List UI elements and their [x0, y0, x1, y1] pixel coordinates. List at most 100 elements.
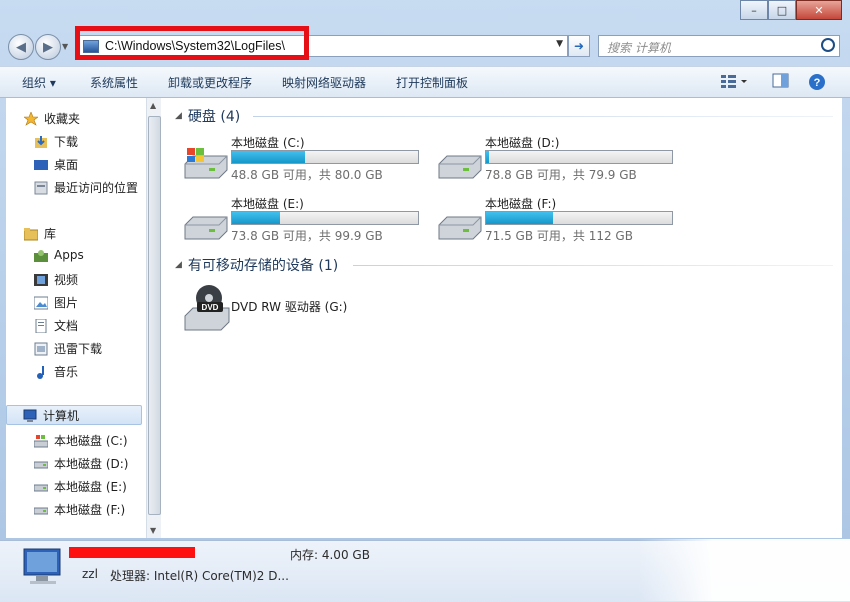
navigation-pane: 收藏夹 下载 桌面 最近访问的位置 库 Apps 视频 图片 文档 迅雷下载 音…	[6, 98, 146, 538]
sidebar-item-label: 本地磁盘 (C:)	[54, 434, 128, 448]
close-button[interactable]: ✕	[796, 0, 842, 20]
hard-disks-group-header[interactable]: ◢ 硬盘 (4)	[175, 106, 240, 126]
drive-item[interactable]: 本地磁盘 (F:) 71.5 GB 可用，共 112 GB	[433, 195, 683, 251]
organize-button[interactable]: 组织 ▾	[22, 74, 56, 91]
sidebar-item-label: 视频	[54, 273, 79, 287]
drive-item[interactable]: 本地磁盘 (D:) 78.8 GB 可用，共 79.9 GB	[433, 134, 683, 190]
uninstall-program-button[interactable]: 卸载或更改程序	[168, 74, 252, 91]
sidebar-computer[interactable]: 计算机	[6, 405, 142, 425]
drive-item[interactable]: 本地磁盘 (E:) 73.8 GB 可用，共 99.9 GB	[179, 195, 429, 251]
sidebar-computer-label: 计算机	[43, 408, 80, 423]
sidebar-item-drive-d[interactable]: 本地磁盘 (D:)	[33, 455, 128, 472]
sidebar-item-drive-e[interactable]: 本地磁盘 (E:)	[33, 478, 127, 495]
dvd-drive-item[interactable]: DVD DVD RW 驱动器 (G:)	[179, 284, 429, 340]
group-divider	[253, 116, 833, 117]
hard-drive-icon	[183, 207, 228, 241]
computer-large-icon	[22, 547, 66, 590]
drive-usage-bar	[231, 211, 419, 225]
open-control-panel-button[interactable]: 打开控制面板	[396, 74, 468, 91]
sidebar-item-label: 迅雷下载	[54, 342, 103, 356]
apps-library-icon	[34, 249, 48, 262]
recent-pages-dropdown[interactable]: ▼	[62, 42, 68, 51]
preview-pane-icon[interactable]	[772, 73, 790, 92]
removable-header-label: 有可移动存储的设备 (1)	[187, 258, 339, 274]
hard-drive-icon	[437, 146, 482, 180]
sidebar-item-thunder-downloads[interactable]: 迅雷下载	[34, 340, 102, 357]
search-input[interactable]: 搜索 计算机	[598, 35, 840, 57]
change-view-icon[interactable]	[720, 73, 748, 92]
sidebar-item-label: 最近访问的位置	[54, 181, 139, 195]
drive-free-space: 48.8 GB 可用，共 80.0 GB	[231, 168, 383, 182]
drive-usage-fill	[232, 212, 281, 224]
content-pane: ◢ 硬盘 (4) 本地磁盘 (C:) 48.8 GB 可用，共 80.0 GB …	[161, 98, 842, 538]
dvd-drive-name: DVD RW 驱动器 (G:)	[231, 300, 348, 314]
sidebar-item-label: Apps	[54, 248, 84, 262]
music-icon	[34, 365, 48, 379]
windows-drive-icon	[33, 434, 49, 448]
caption-buttons: – □ ✕	[740, 0, 842, 20]
sidebar-item-label: 本地磁盘 (F:)	[54, 503, 126, 517]
system-properties-button[interactable]: 系统属性	[90, 74, 138, 91]
star-icon	[23, 111, 39, 126]
help-icon[interactable]: ?	[808, 73, 826, 94]
sidebar-item-label: 下载	[54, 135, 79, 149]
sidebar-item-apps[interactable]: Apps	[34, 248, 84, 262]
dvd-badge: DVD	[202, 303, 219, 312]
maximize-button[interactable]: □	[768, 0, 796, 20]
drive-usage-bar	[231, 150, 419, 164]
video-icon	[34, 273, 48, 286]
sidebar-item-drive-c[interactable]: 本地磁盘 (C:)	[33, 432, 128, 449]
back-button[interactable]: ◀	[8, 34, 34, 60]
folder-icon	[34, 342, 48, 356]
forward-button[interactable]: ▶	[35, 34, 61, 60]
sidebar-item-music[interactable]: 音乐	[34, 363, 78, 380]
scroll-up-icon[interactable]: ▲	[150, 101, 156, 110]
navigation-scrollbar[interactable]: ▲ ▼	[146, 98, 161, 538]
search-icon[interactable]	[821, 38, 835, 52]
sidebar-favorites[interactable]: 收藏夹	[23, 110, 80, 127]
removable-group-header[interactable]: ◢ 有可移动存储的设备 (1)	[175, 255, 338, 275]
drive-usage-fill	[232, 151, 305, 163]
windows-drive-icon	[183, 146, 228, 180]
sidebar-item-documents[interactable]: 文档	[34, 317, 78, 334]
search-placeholder: 搜索 计算机	[607, 41, 671, 55]
sidebar-item-recent-places[interactable]: 最近访问的位置	[34, 179, 138, 196]
computer-icon	[23, 409, 37, 422]
svg-text:?: ?	[814, 77, 821, 89]
downloads-icon	[34, 135, 48, 148]
map-network-drive-button[interactable]: 映射网络驱动器	[282, 74, 366, 91]
sidebar-item-desktop[interactable]: 桌面	[34, 156, 78, 173]
scroll-down-icon[interactable]: ▼	[150, 526, 156, 535]
library-icon	[23, 227, 39, 241]
collapse-triangle-icon[interactable]: ◢	[175, 111, 182, 121]
sidebar-item-videos[interactable]: 视频	[34, 271, 78, 288]
address-dropdown-icon[interactable]: ▼	[556, 39, 563, 49]
forward-arrow-icon: ▶	[43, 39, 53, 55]
collapse-triangle-icon[interactable]: ◢	[175, 260, 182, 270]
highlight-box	[75, 26, 309, 60]
go-button[interactable]: ➜	[568, 35, 590, 57]
sidebar-item-drive-f[interactable]: 本地磁盘 (F:)	[33, 501, 126, 518]
sidebar-item-label: 音乐	[54, 365, 79, 379]
dvd-drive-icon: DVD	[183, 284, 230, 331]
drive-usage-fill	[486, 151, 489, 163]
drive-free-space: 78.8 GB 可用，共 79.9 GB	[485, 168, 637, 182]
go-arrow-icon: ➜	[573, 39, 585, 53]
sidebar-item-pictures[interactable]: 图片	[33, 294, 79, 311]
sidebar-item-label: 图片	[54, 296, 79, 310]
drive-name: 本地磁盘 (F:)	[485, 197, 557, 211]
drive-usage-bar	[485, 150, 673, 164]
memory-info: 内存: 4.00 GB	[290, 548, 370, 562]
pictures-icon	[33, 296, 49, 310]
group-divider	[353, 265, 833, 266]
drive-name: 本地磁盘 (E:)	[231, 197, 304, 211]
sidebar-item-downloads[interactable]: 下载	[34, 133, 78, 150]
watermark-fade	[638, 539, 850, 601]
sidebar-libraries[interactable]: 库	[23, 225, 56, 242]
drive-name: 本地磁盘 (C:)	[231, 136, 305, 150]
minimize-button[interactable]: –	[740, 0, 768, 20]
scrollbar-thumb[interactable]	[148, 116, 161, 515]
hard-drive-icon	[437, 207, 482, 241]
command-bar: 组织 ▾ 系统属性 卸载或更改程序 映射网络驱动器 打开控制面板 ?	[0, 66, 850, 98]
drive-item[interactable]: 本地磁盘 (C:) 48.8 GB 可用，共 80.0 GB	[179, 134, 429, 190]
